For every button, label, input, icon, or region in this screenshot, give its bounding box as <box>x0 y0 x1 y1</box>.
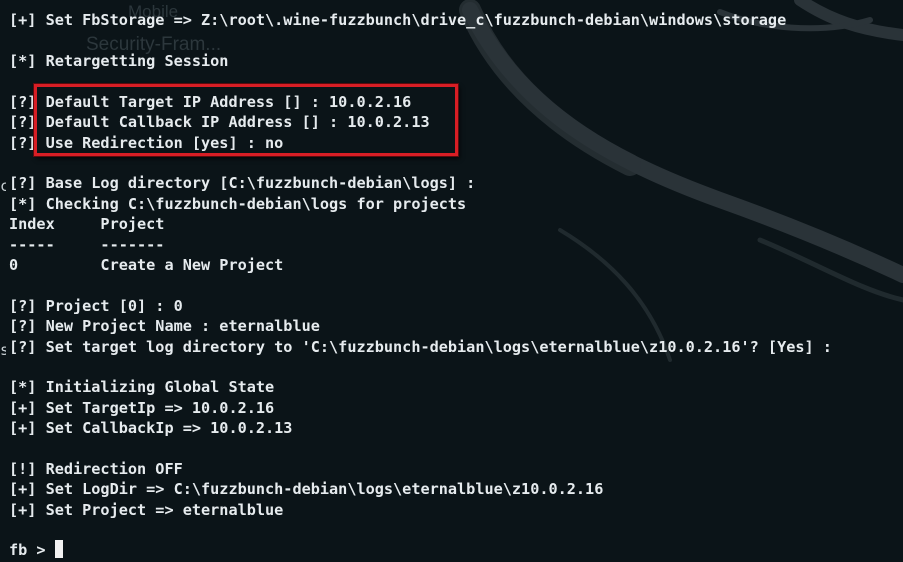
terminal-line: [!] Redirection OFF <box>9 460 183 478</box>
terminal-line: ----- ------- <box>9 236 165 254</box>
terminal-line: [*] Checking C:\fuzzbunch-debian\logs fo… <box>9 195 467 213</box>
terminal-line: [+] Set CallbackIp => 10.0.2.13 <box>9 419 293 437</box>
terminal-line: [?] Set target log directory to 'C:\fuzz… <box>9 338 832 356</box>
terminal-line: [?] Project [0] : 0 <box>9 297 183 315</box>
terminal-line: [+] Set TargetIp => 10.0.2.16 <box>9 399 275 417</box>
terminal-prompt: fb > <box>9 541 55 559</box>
terminal-line: [*] Retargetting Session <box>9 52 229 70</box>
terminal-prompt-line[interactable]: fb > <box>9 540 63 560</box>
text-cursor <box>54 540 63 558</box>
edge-glyph: c <box>0 177 6 195</box>
terminal-line: 0 Create a New Project <box>9 256 284 274</box>
highlight-box <box>34 84 458 156</box>
terminal-line: [?] Base Log directory [C:\fuzzbunch-deb… <box>9 174 476 192</box>
terminal-line: [+] Set Project => eternalblue <box>9 501 284 519</box>
terminal-line: [?] New Project Name : eternalblue <box>9 317 320 335</box>
terminal-line: [*] Initializing Global State <box>9 378 275 396</box>
terminal-line: [+] Set LogDir => C:\fuzzbunch-debian\lo… <box>9 480 604 498</box>
terminal-line: [+] Set FbStorage => Z:\root\.wine-fuzzb… <box>9 11 787 29</box>
edge-glyph: s <box>0 341 6 359</box>
terminal-line: Index Project <box>9 215 165 233</box>
